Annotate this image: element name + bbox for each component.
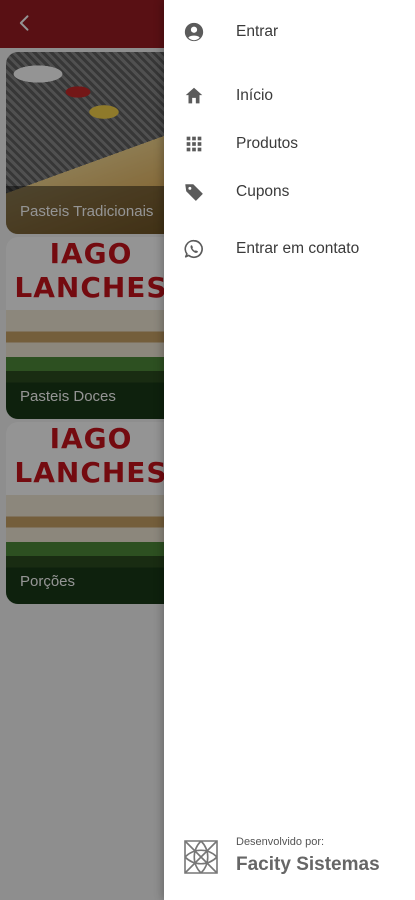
home-icon [182,84,206,108]
drawer-item-label: Produtos [236,135,299,152]
grid-icon [182,132,206,156]
drawer-item-contato[interactable]: Entrar em contato [164,227,415,271]
drawer-item-label: Início [236,87,274,104]
account-circle-icon [182,20,206,44]
navigation-drawer: Entrar Início Produtos Cupons Entrar em … [164,0,415,900]
drawer-item-inicio[interactable]: Início [164,74,415,118]
developed-by-label: Desenvolvido por: [236,836,325,848]
tag-icon [182,180,206,204]
drawer-item-produtos[interactable]: Produtos [164,122,415,166]
drawer-item-login[interactable]: Entrar [164,10,415,54]
drawer-item-label: Entrar em contato [236,240,360,257]
drawer-item-label: Cupons [236,183,290,200]
developer-credits: Desenvolvido por: Facity Sistemas [182,834,407,884]
developer-name: Facity Sistemas [236,854,380,875]
whatsapp-icon [182,237,206,261]
facity-logo-icon [182,838,220,876]
drawer-item-cupons[interactable]: Cupons [164,170,415,214]
drawer-item-label: Entrar [236,23,279,40]
